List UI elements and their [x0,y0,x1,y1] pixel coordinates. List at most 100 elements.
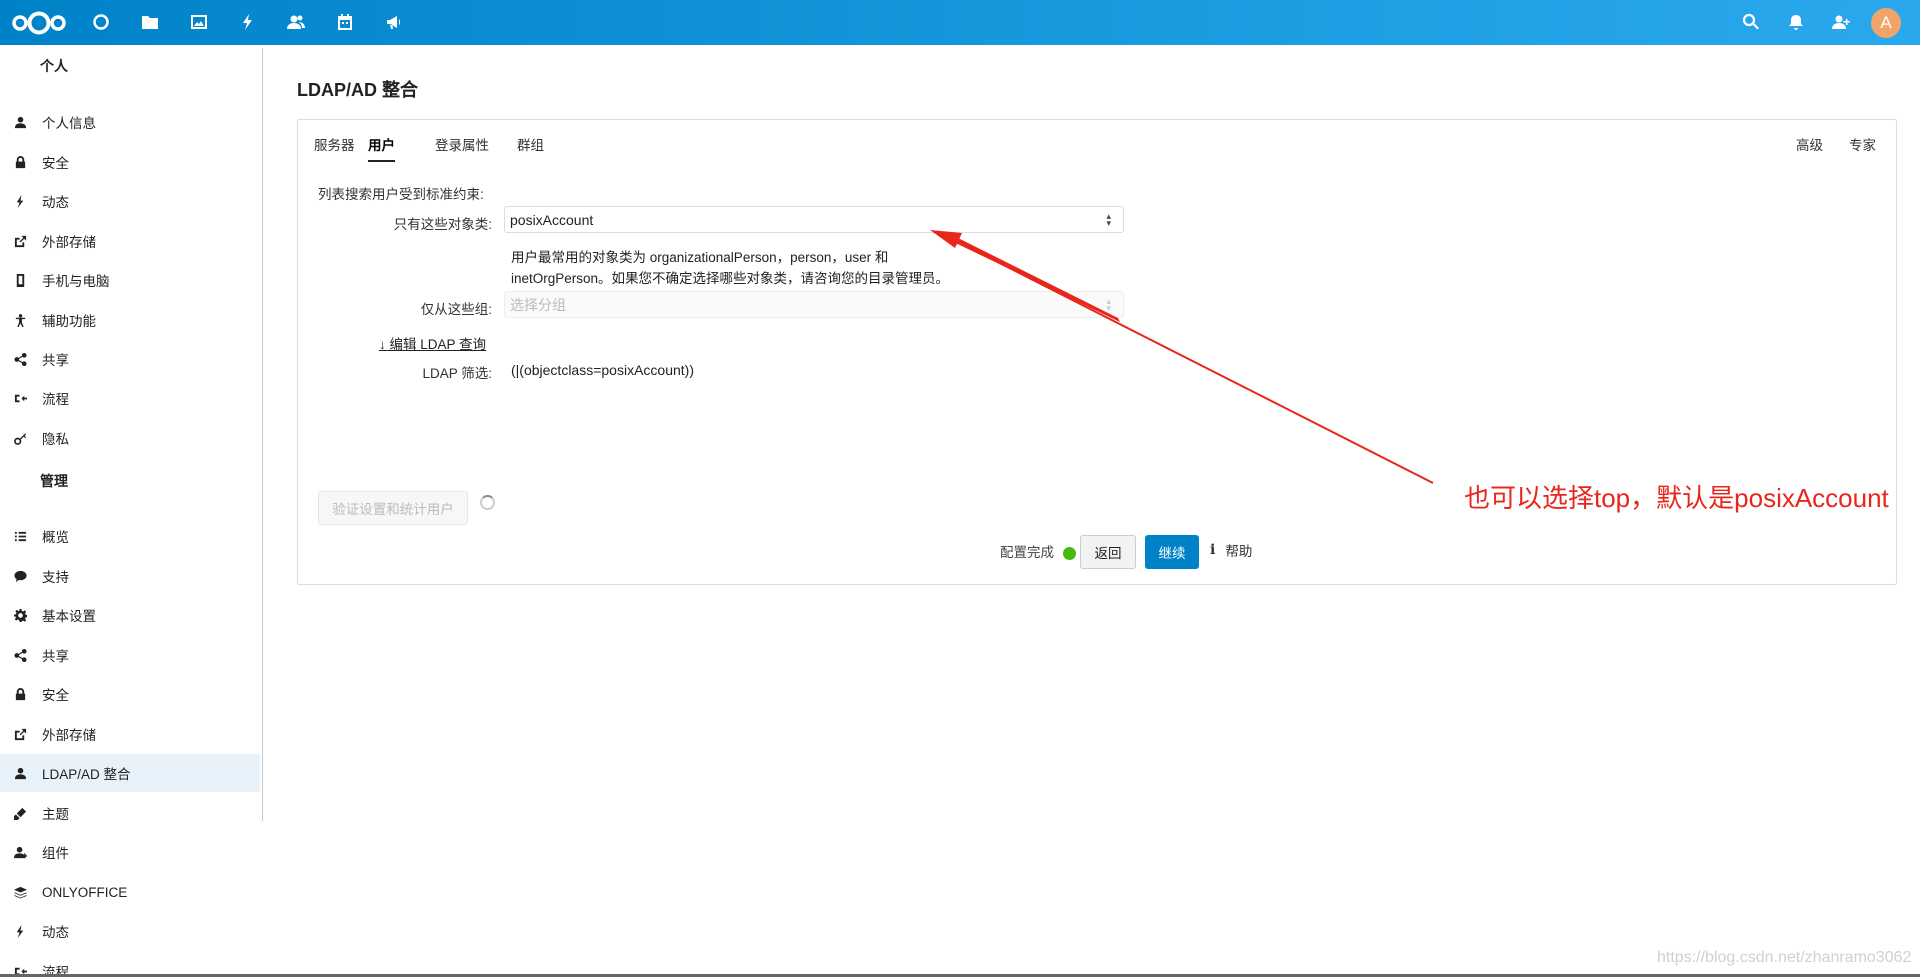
sidebar-item-label: 外部存储 [42,728,96,743]
sidebar-item-overview[interactable]: 概览 [0,517,260,555]
photos-icon[interactable] [187,10,211,34]
gear-icon [13,608,27,622]
loading-spinner-icon [480,495,495,510]
tab-advanced[interactable]: 高级 [1796,134,1823,154]
share-icon [13,648,27,662]
sidebar-item-accessibility[interactable]: 辅助功能 [0,301,260,339]
page-title: LDAP/AD 整合 [297,80,418,100]
sidebar-item-label: 辅助功能 [42,314,96,329]
sidebar-item-mobile-desktop[interactable]: 手机与电脑 [0,261,260,299]
sidebar-item-admin-security[interactable]: 安全 [0,675,260,713]
activity-icon [13,924,27,938]
objectclass-label: 只有这些对象类: [393,217,492,232]
nextcloud-logo[interactable] [10,6,70,40]
help-label: 帮助 [1225,544,1253,559]
lock-icon [13,687,27,701]
back-button[interactable]: 返回 [1080,535,1136,569]
groups-select-placeholder: 选择分组 [510,296,566,313]
sidebar-item-label: 共享 [42,649,69,664]
theming-brush-icon [13,806,27,820]
sidebar-item-label: 概览 [42,530,69,545]
tab-login-attributes[interactable]: 登录属性 [435,128,489,160]
tab-groups[interactable]: 群组 [517,128,544,160]
external-storage-icon [13,234,27,248]
user-icon [13,115,27,129]
sidebar-item-label: 安全 [42,156,69,171]
sidebar-item-label: 动态 [42,925,69,940]
edit-ldap-query-link[interactable]: ↓ 编辑 LDAP 查询 [379,333,486,353]
external-storage-icon [13,727,27,741]
sidebar-item-label: 安全 [42,688,69,703]
sidebar-item-label: 共享 [42,353,69,368]
files-icon[interactable] [138,10,162,34]
sidebar-item-label: 动态 [42,195,69,210]
support-bubble-icon [13,569,27,583]
workflow-icon [13,391,27,405]
sidebar-item-label: 支持 [42,570,69,585]
dashboard-icon[interactable] [89,10,113,34]
sidebar-item-label: 主题 [42,807,69,822]
sidebar-item-activity[interactable]: 动态 [0,182,260,220]
sidebar-item-security[interactable]: 安全 [0,143,260,181]
settings-sidebar: 个人 个人信息 安全 动态 外部存储 手机与电脑 辅助功能 共享 流程 隐私 管… [0,45,263,977]
apps-user-icon [13,845,27,859]
annotation-text: 也可以选择top，默认是posixAccount [1464,483,1889,513]
activity-icon[interactable] [236,10,260,34]
sidebar-item-label: 组件 [42,846,69,861]
user-icon [13,766,27,780]
sidebar-item-apps[interactable]: 组件 [0,833,260,871]
sidebar-item-basic-settings[interactable]: 基本设置 [0,596,260,634]
sidebar-item-theming[interactable]: 主题 [0,794,260,832]
section-title-personal: 个人 [40,58,68,74]
avatar[interactable]: A [1871,8,1901,38]
tab-server[interactable]: 服务器 [314,128,355,160]
sidebar-item-label: ONLYOFFICE [42,884,128,900]
continue-button[interactable]: 继续 [1145,535,1199,569]
sidebar-item-personal-info[interactable]: 个人信息 [0,103,260,141]
activity-icon [13,194,27,208]
notifications-icon[interactable] [1784,10,1808,34]
sidebar-item-label: 流程 [42,392,69,407]
sidebar-item-ldap[interactable]: LDAP/AD 整合 [0,754,260,792]
sidebar-item-sharing[interactable]: 共享 [0,340,260,378]
section-title-admin: 管理 [40,473,68,489]
sidebar-item-external-storage[interactable]: 外部存储 [0,222,260,260]
tab-expert[interactable]: 专家 [1849,134,1876,154]
sidebar-item-privacy[interactable]: 隐私 [0,419,260,457]
onlyoffice-layers-icon [13,885,27,899]
contacts-icon[interactable] [284,10,308,34]
sidebar-item-label: 基本设置 [42,609,96,624]
header-bar: A [0,0,1920,45]
objectclass-select[interactable]: posixAccount ▴ ▾ [504,206,1124,233]
chevron-updown-icon: ▴ ▾ [1106,211,1111,228]
sidebar-item-admin-sharing[interactable]: 共享 [0,636,260,674]
sidebar-item-label: LDAP/AD 整合 [42,767,131,782]
sidebar-item-support[interactable]: 支持 [0,557,260,595]
verify-settings-button[interactable]: 验证设置和统计用户 [318,491,468,525]
sidebar-item-workflow[interactable]: 流程 [0,379,260,417]
status-indicator-icon [1063,547,1076,560]
groups-label: 仅从这些组: [420,302,492,317]
objectclass-select-value: posixAccount [510,211,594,228]
chevron-updown-icon: ▴ ▾ [1106,296,1111,313]
ldap-filter-value: (|(objectclass=posixAccount)) [511,362,694,378]
share-icon [13,352,27,366]
search-icon[interactable] [1739,10,1763,34]
sidebar-item-label: 外部存储 [42,235,96,250]
info-icon: i [1210,542,1216,558]
sidebar-item-admin-external-storage[interactable]: 外部存储 [0,715,260,753]
sidebar-item-onlyoffice[interactable]: ONLYOFFICE [0,873,260,911]
privacy-key-icon [13,431,27,445]
config-status-text: 配置完成 [1000,545,1054,560]
groups-select[interactable]: 选择分组 ▴ ▾ [504,291,1124,318]
tab-users[interactable]: 用户 [368,128,395,162]
contacts-menu-icon[interactable] [1829,10,1853,34]
help-link[interactable]: i 帮助 [1210,540,1252,560]
sidebar-item-label: 隐私 [42,432,69,447]
phone-icon [13,273,27,287]
announcements-icon[interactable] [382,10,406,34]
sidebar-scrollbar[interactable] [262,47,263,822]
sidebar-item-label: 个人信息 [42,116,96,131]
calendar-icon[interactable] [333,10,357,34]
sidebar-item-admin-activity[interactable]: 动态 [0,912,260,950]
